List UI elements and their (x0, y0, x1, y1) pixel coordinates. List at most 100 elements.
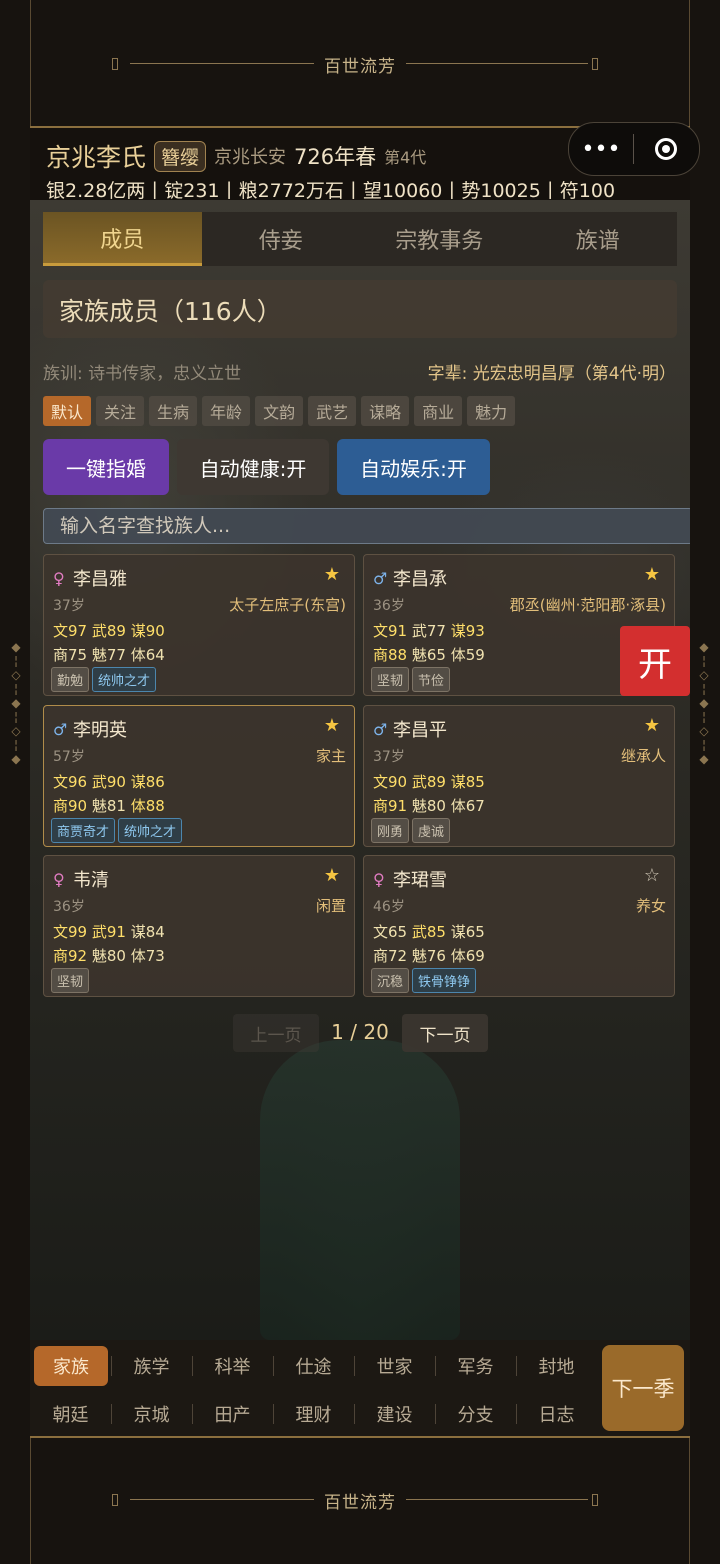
member-traits: 商贾奇才 统帅之才 (51, 818, 183, 843)
member-age: 57岁 (53, 749, 85, 765)
sort-literature[interactable]: 文韵 (255, 396, 304, 426)
stat-martial: 武85 (411, 923, 446, 941)
stat-business: 商72 (373, 947, 408, 965)
open-button[interactable]: 开 (620, 626, 690, 696)
nav-item[interactable]: 科举 (192, 1346, 273, 1386)
member-stats-row-2: 商88 魅65 体59 (373, 644, 485, 665)
bottom-nav: 家族 族学 科举 仕途 世家 军务 封地 朝廷 京城 田产 理财 建设 分支 日志 下一季 (30, 1340, 690, 1436)
generation-names: 字辈: 光宏忠明昌厚（第4代·明） (427, 364, 676, 384)
sort-strategy[interactable]: 谋略 (361, 396, 410, 426)
stat-literature: 文99 (53, 923, 88, 941)
nav-item[interactable]: 世家 (354, 1346, 435, 1386)
nav-item[interactable]: 日志 (516, 1394, 597, 1434)
member-stats-row-1: 文90 武89 谋85 (373, 771, 485, 792)
sort-sick[interactable]: 生病 (149, 396, 198, 426)
nav-item[interactable]: 仕途 (273, 1346, 354, 1386)
sort-charm[interactable]: 魅力 (467, 396, 516, 426)
stat-charm: 魅76 (411, 947, 446, 965)
favorite-star-icon[interactable]: ★ (324, 564, 340, 585)
member-age: 37岁 (53, 598, 85, 614)
next-page-button[interactable]: 下一页 (402, 1014, 488, 1052)
next-season-button[interactable]: 下一季 (602, 1345, 684, 1431)
stat-strategy: 谋85 (450, 773, 485, 791)
member-traits: 沉稳 铁骨铮铮 (371, 968, 477, 993)
nav-row-1: 家族 族学 科举 仕途 世家 军务 封地 (30, 1346, 610, 1386)
sort-follow[interactable]: 关注 (96, 396, 145, 426)
close-target-icon[interactable] (634, 123, 698, 175)
member-card[interactable]: ♀ 李珺雪 ☆ 46岁 养女 文65 武85 谋65 商72 魅76 体69 沉稳 铁骨铮铮 (363, 855, 675, 997)
prev-page-button[interactable]: 上一页 (233, 1014, 319, 1052)
nav-item[interactable]: 朝廷 (30, 1394, 111, 1434)
member-card[interactable]: ♀ 李昌雅 ★ 37岁 太子左庶子(东宫) 文97 武89 谋90 商75 魅77 体64 勤… (43, 554, 355, 696)
trait-tag: 虔诚 (412, 818, 451, 843)
stat-strategy: 谋90 (130, 622, 165, 640)
favorite-star-icon[interactable]: ★ (644, 564, 660, 585)
sort-age[interactable]: 年龄 (202, 396, 251, 426)
nav-item[interactable]: 军务 (435, 1346, 516, 1386)
nav-item[interactable]: 京城 (111, 1394, 192, 1434)
tab-members[interactable]: 成员 (43, 212, 202, 266)
member-stats-row-2: 商75 魅77 体64 (53, 644, 165, 665)
member-card[interactable]: ♂ 李明英 ★ 57岁 家主 文96 武90 谋86 商90 魅81 体88 商贾奇才 统帅之才 (43, 705, 355, 847)
female-icon: ♀ (53, 869, 65, 889)
auto-health-toggle[interactable]: 自动健康:开 (177, 439, 329, 495)
tab-religion[interactable]: 宗教事务 (360, 212, 519, 266)
stat-strategy: 谋93 (450, 622, 485, 640)
page-indicator: 1 / 20 (331, 1020, 389, 1044)
favorite-star-icon[interactable]: ★ (324, 715, 340, 736)
auto-fun-toggle[interactable]: 自动娱乐:开 (337, 439, 490, 495)
favorite-star-icon[interactable]: ☆ (644, 865, 660, 886)
nav-item[interactable]: 家族 (34, 1346, 108, 1386)
nav-item[interactable]: 封地 (516, 1346, 597, 1386)
nav-item[interactable]: 族学 (111, 1346, 192, 1386)
trait-tag: 统帅之才 (92, 667, 157, 692)
nav-item[interactable]: 田产 (192, 1394, 273, 1434)
member-card[interactable]: ♂ 李昌平 ★ 37岁 继承人 文90 武89 谋85 商91 魅80 体67 刚勇 虔诚 (363, 705, 675, 847)
tab-concubines[interactable]: 侍妾 (202, 212, 361, 266)
member-age: 37岁 (373, 749, 405, 765)
game-date: 726年春 (294, 145, 377, 169)
clan-motto: 族训: 诗书传家，忠义立世 (43, 364, 242, 384)
sort-chips: 默认 关注 生病 年龄 文韵 武艺 谋略 商业 魅力 (43, 396, 516, 426)
sort-martial[interactable]: 武艺 (308, 396, 357, 426)
tab-genealogy[interactable]: 族谱 (519, 212, 678, 266)
stat-health: 体88 (130, 797, 165, 815)
stat-health: 体73 (130, 947, 165, 965)
stat-business: 商91 (373, 797, 408, 815)
stat-literature: 文65 (373, 923, 408, 941)
member-name: 李昌承 (393, 569, 447, 590)
stat-martial: 武89 (411, 773, 446, 791)
member-role: 家主 (315, 747, 346, 765)
member-stats-row-2: 商92 魅80 体73 (53, 945, 165, 966)
sort-business[interactable]: 商业 (414, 396, 463, 426)
member-traits: 刚勇 虔诚 (371, 818, 451, 843)
sort-default[interactable]: 默认 (43, 396, 92, 426)
stat-charm: 魅80 (411, 797, 446, 815)
banner-ornament-right (592, 58, 598, 70)
stat-charm: 魅77 (91, 646, 126, 664)
member-card[interactable]: ♀ 韦清 ★ 36岁 闲置 文99 武91 谋84 商92 魅80 体73 坚韧 (43, 855, 355, 997)
member-stats-row-1: 文96 武90 谋86 (53, 771, 165, 792)
stat-literature: 文97 (53, 622, 88, 640)
member-search-input[interactable] (43, 508, 690, 544)
stat-martial: 武77 (411, 622, 446, 640)
trait-tag: 刚勇 (371, 818, 410, 843)
member-role: 郡丞(幽州·范阳郡·涿县) (509, 596, 666, 614)
clan-place: 京兆长安 (214, 147, 287, 168)
clan-name: 京兆李氏 (46, 143, 147, 172)
nav-item[interactable]: 分支 (435, 1394, 516, 1434)
member-name: 李明英 (73, 720, 127, 741)
nav-item[interactable]: 建设 (354, 1394, 435, 1434)
stat-strategy: 谋65 (450, 923, 485, 941)
auto-marry-button[interactable]: 一键指婚 (43, 439, 169, 495)
favorite-star-icon[interactable]: ★ (644, 715, 660, 736)
member-age: 46岁 (373, 899, 405, 915)
nav-item[interactable]: 理财 (273, 1394, 354, 1434)
more-dots-icon[interactable]: ••• (569, 123, 633, 175)
member-age: 36岁 (373, 598, 405, 614)
member-name: 李昌雅 (73, 569, 127, 590)
generation: 第4代 (384, 148, 427, 167)
stat-health: 体67 (450, 797, 485, 815)
favorite-star-icon[interactable]: ★ (324, 865, 340, 886)
banner-title-bottom: 百世流芳 (324, 1493, 396, 1513)
